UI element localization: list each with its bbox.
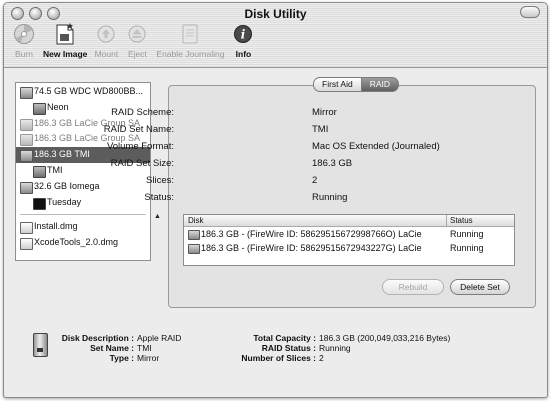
column-header-disk[interactable]: Disk <box>188 215 204 226</box>
disk-item-label: 74.5 GB WDC WD800BB... <box>34 86 144 96</box>
tab-bar: First Aid RAID <box>313 77 400 92</box>
image-item-xcodetools[interactable]: XcodeTools_2.0.dmg <box>16 235 150 251</box>
number-of-slices-value: 2 <box>319 353 324 363</box>
disk-description-value: Apple RAID <box>137 333 182 343</box>
toolbar-toggle-button[interactable] <box>520 6 540 18</box>
total-capacity-value: 186.3 GB (200,049,033,216 Bytes) <box>319 333 451 343</box>
image-item-label: XcodeTools_2.0.dmg <box>34 237 119 248</box>
raid-disk-icon <box>33 333 48 357</box>
mount-icon <box>94 22 118 46</box>
split-view-handle-icon[interactable]: ▲ <box>154 213 161 220</box>
raid-status-value: Running <box>319 343 351 353</box>
hard-drive-icon <box>20 134 33 147</box>
raid-drive-icon <box>20 150 33 163</box>
raid-disk-table[interactable]: Disk Status 186.3 GB - (FireWire ID: 586… <box>183 214 515 266</box>
burn-label: Burn <box>15 49 33 59</box>
raid-set-size-value: 186.3 GB <box>312 158 353 169</box>
journaling-icon <box>178 22 202 46</box>
column-separator <box>446 215 447 226</box>
toolbar-area: Disk Utility Burn New Image Mount Eject … <box>4 3 547 68</box>
sidebar-divider <box>20 214 146 216</box>
status-label: Status: <box>144 192 174 203</box>
disk-cell: 186.3 GB - (FireWire ID: 586295156729987… <box>201 229 422 239</box>
raid-set-size-label: RAID Set Size: <box>110 158 174 169</box>
tab-raid[interactable]: RAID <box>360 77 400 92</box>
number-of-slices-label: Number of Slices : <box>241 353 316 363</box>
type-label: Type : <box>109 353 134 363</box>
raid-set-name-value: TMI <box>312 124 329 135</box>
volume-format-value: Mac OS Extended (Journaled) <box>312 141 440 152</box>
disk-description-label: Disk Description : <box>61 333 134 343</box>
hard-drive-icon <box>20 87 33 99</box>
delete-set-button[interactable]: Delete Set <box>450 279 510 295</box>
disk-cell: 186.3 GB - (FireWire ID: 586295156729432… <box>201 243 422 253</box>
info-button[interactable]: i Info <box>231 22 255 59</box>
mount-button[interactable]: Mount <box>94 22 118 59</box>
eject-label: Eject <box>127 49 147 59</box>
enable-journaling-button[interactable]: Enable Journaling <box>156 22 224 59</box>
disk-item-wdc[interactable]: 74.5 GB WDC WD800BB... <box>16 84 150 100</box>
new-image-icon <box>53 22 77 46</box>
raid-status-label: RAID Status : <box>261 343 316 353</box>
set-name-value: TMI <box>137 343 152 353</box>
hard-drive-icon <box>188 244 200 254</box>
raid-panel <box>168 85 536 308</box>
hard-drive-icon <box>20 118 33 131</box>
volume-format-label: Volume Format: <box>106 141 174 152</box>
new-image-label: New Image <box>43 49 88 59</box>
info-label: Info <box>235 49 252 59</box>
enable-journaling-label: Enable Journaling <box>156 49 225 59</box>
slices-label: Slices: <box>146 175 174 186</box>
new-image-button[interactable]: New Image <box>43 22 87 59</box>
status-cell: Running <box>450 243 484 253</box>
eject-icon <box>125 22 149 46</box>
mount-label: Mount <box>94 49 119 59</box>
image-item-install[interactable]: Install.dmg <box>16 219 150 235</box>
raid-scheme-label: RAID Scheme: <box>111 107 174 118</box>
burn-button[interactable]: Burn <box>12 22 36 59</box>
disk-image-icon <box>20 222 33 235</box>
disk-image-icon <box>20 238 33 251</box>
raid-scheme-value: Mirror <box>312 107 337 118</box>
column-header-status[interactable]: Status <box>450 215 473 226</box>
type-value: Mirror <box>137 353 160 363</box>
hard-drive-icon <box>188 230 200 240</box>
status-value: Running <box>312 192 348 203</box>
image-item-label: Install.dmg <box>34 221 78 232</box>
disk-utility-window: Disk Utility Burn New Image Mount Eject … <box>3 2 548 398</box>
table-row[interactable]: 186.3 GB - (FireWire ID: 586295156729432… <box>184 241 514 255</box>
hard-drive-icon <box>20 181 33 194</box>
window-title: Disk Utility <box>244 7 307 21</box>
total-capacity-label: Total Capacity : <box>253 333 316 343</box>
table-header: Disk Status <box>184 215 514 227</box>
tab-first-aid[interactable]: First Aid <box>313 77 361 92</box>
status-cell: Running <box>450 229 484 239</box>
slices-value: 2 <box>312 175 318 186</box>
set-name-label: Set Name : <box>90 343 134 353</box>
toolbar: Burn New Image Mount Eject Enable Journa… <box>12 22 262 59</box>
info-icon: i <box>231 22 255 46</box>
raid-set-name-label: RAID Set Name: <box>103 124 174 135</box>
eject-button[interactable]: Eject <box>125 22 149 59</box>
burn-icon <box>12 22 36 46</box>
svg-text:i: i <box>241 28 246 42</box>
rebuild-button[interactable]: Rebuild <box>382 279 444 295</box>
table-row[interactable]: 186.3 GB - (FireWire ID: 586295156729987… <box>184 227 514 241</box>
